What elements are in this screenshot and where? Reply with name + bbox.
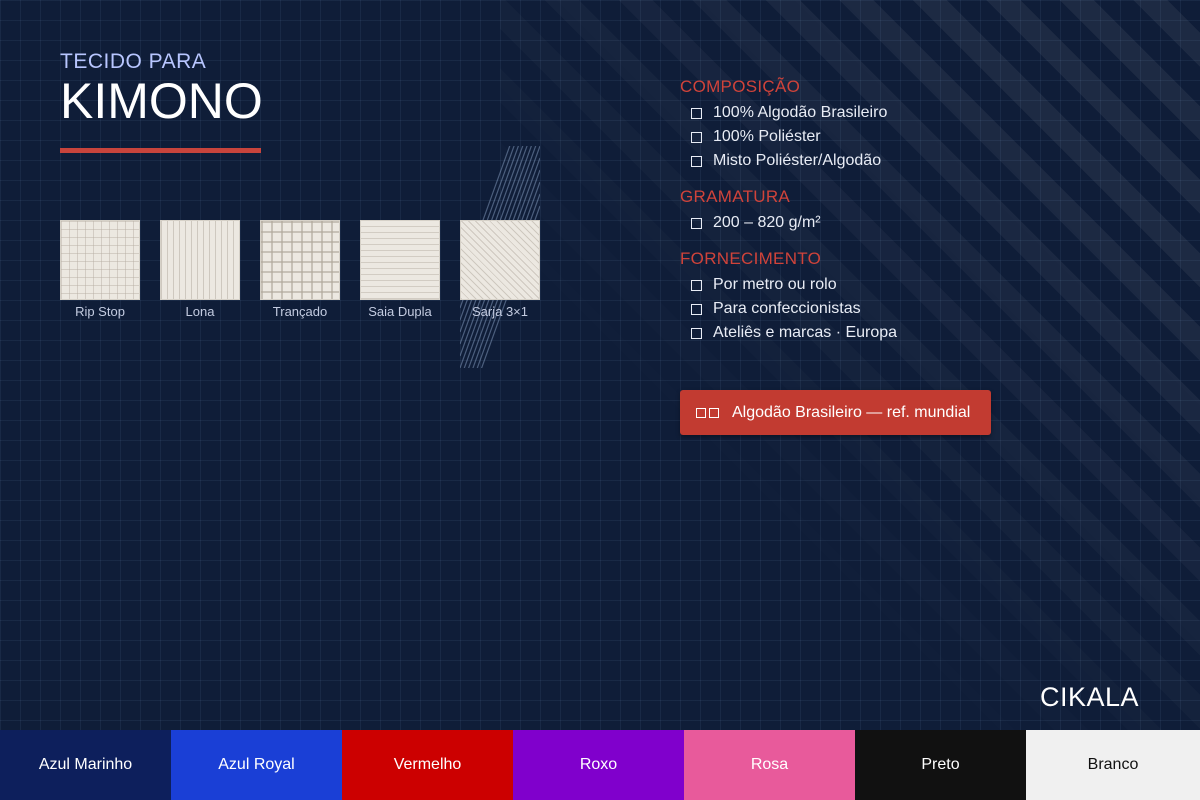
list-item-label: 200 – 820 g/m² bbox=[713, 214, 821, 231]
list-item: 200 – 820 g/m² bbox=[680, 211, 1120, 235]
cta-label: Algodão Brasileiro — ref. mundial bbox=[732, 403, 971, 421]
squares-icon bbox=[696, 407, 722, 418]
weave-label: Sarja 3×1 bbox=[471, 304, 528, 319]
color-swatch-roxo[interactable]: Roxo bbox=[513, 730, 684, 800]
weave-label: Trançado bbox=[272, 304, 328, 319]
color-swatch-rosa[interactable]: Rosa bbox=[684, 730, 855, 800]
list-item: 100% Algodão Brasileiro bbox=[680, 101, 1120, 125]
page-title: KIMONO bbox=[60, 73, 263, 129]
weave-swatch-lona[interactable]: Lona bbox=[160, 220, 240, 319]
weave-sample-image bbox=[260, 220, 340, 300]
color-swatch-azul-marinho[interactable]: Azul Marinho bbox=[0, 730, 171, 800]
color-swatch-vermelho[interactable]: Vermelho bbox=[342, 730, 513, 800]
checkbox-icon bbox=[691, 327, 702, 339]
checkbox-icon bbox=[691, 131, 702, 143]
list-item-label: Misto Poliéster/Algodão bbox=[713, 152, 882, 169]
brand-logo: CIKALA bbox=[1040, 682, 1140, 712]
cta-button[interactable]: Algodão Brasileiro — ref. mundial bbox=[680, 390, 991, 435]
weave-swatch-saia-dupla[interactable]: Saia Dupla bbox=[360, 220, 440, 319]
weave-swatch-ripstop[interactable]: Rip Stop bbox=[60, 220, 140, 319]
list-item-label: Para confeccionistas bbox=[713, 300, 861, 317]
page-subtitle: TECIDO PARA bbox=[60, 50, 207, 73]
weave-sample-image bbox=[360, 220, 440, 300]
list-item-label: 100% Poliéster bbox=[713, 128, 821, 145]
list-item: 100% Poliéster bbox=[680, 125, 1120, 149]
weave-swatch-sarja[interactable]: Sarja 3×1 bbox=[460, 220, 540, 319]
checkbox-icon bbox=[691, 217, 702, 229]
weave-swatches: Rip Stop Lona Trançado Saia Dupla Sarja … bbox=[60, 220, 560, 319]
list-item: Por metro ou rolo bbox=[680, 273, 1120, 297]
weave-label: Lona bbox=[185, 304, 215, 319]
section-heading-fornecimento: FORNECIMENTO bbox=[680, 249, 822, 268]
title-underline bbox=[60, 148, 261, 153]
color-swatch-preto[interactable]: Preto bbox=[855, 730, 1026, 800]
checkbox-icon bbox=[691, 155, 702, 167]
checkbox-icon bbox=[691, 279, 702, 291]
gramatura-list: 200 – 820 g/m² bbox=[680, 211, 1120, 235]
weave-sample-image bbox=[60, 220, 140, 300]
weave-sample-image bbox=[460, 220, 540, 300]
list-item-label: Ateliês e marcas · Europa bbox=[713, 324, 898, 341]
checkbox-icon bbox=[691, 303, 702, 315]
list-item: Ateliês e marcas · Europa bbox=[680, 321, 1120, 345]
checkbox-icon bbox=[691, 107, 702, 119]
fornecimento-list: Por metro ou rolo Para confeccionistas A… bbox=[680, 273, 1120, 345]
weave-swatch-trancado[interactable]: Trançado bbox=[260, 220, 340, 319]
section-heading-gramatura: GRAMATURA bbox=[680, 187, 791, 206]
list-item-label: 100% Algodão Brasileiro bbox=[713, 104, 888, 121]
specs-panel: COMPOSIÇÃO 100% Algodão Brasileiro 100% … bbox=[680, 77, 1120, 359]
weave-label: Rip Stop bbox=[75, 304, 125, 319]
section-heading-composicao: COMPOSIÇÃO bbox=[680, 77, 801, 96]
color-swatch-branco[interactable]: Branco bbox=[1026, 730, 1200, 800]
composicao-list: 100% Algodão Brasileiro 100% Poliéster M… bbox=[680, 101, 1120, 173]
list-item: Para confeccionistas bbox=[680, 297, 1120, 321]
list-item-label: Por metro ou rolo bbox=[713, 276, 837, 293]
weave-sample-image bbox=[160, 220, 240, 300]
color-swatch-azul-royal[interactable]: Azul Royal bbox=[171, 730, 342, 800]
color-palette: Azul Marinho Azul Royal Vermelho Roxo Ro… bbox=[0, 730, 1200, 800]
list-item: Misto Poliéster/Algodão bbox=[680, 149, 1120, 173]
weave-label: Saia Dupla bbox=[368, 304, 432, 319]
